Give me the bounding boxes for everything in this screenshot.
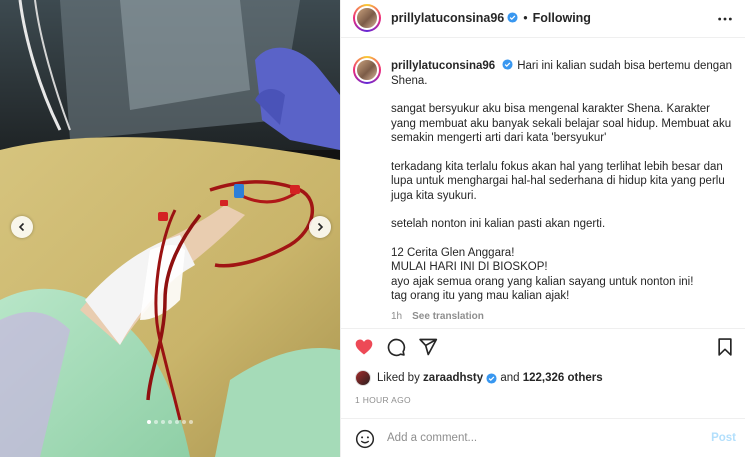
post-header: prillylatuconsina96 • Following <box>341 0 745 38</box>
following-button[interactable]: Following <box>533 11 591 25</box>
caption-line: MULAI HARI INI DI BIOSKOP! <box>391 261 548 273</box>
chevron-left-icon <box>18 222 25 232</box>
like-button[interactable] <box>353 336 375 358</box>
action-bar <box>341 328 745 364</box>
caption-line: tag orang itu yang mau kalian ajak! <box>391 290 570 302</box>
more-options-button[interactable] <box>716 10 734 28</box>
caption-paragraph: terkadang kita terlalu fokus akan hal ya… <box>391 160 725 202</box>
verified-icon <box>507 12 518 23</box>
carousel-prev-button[interactable] <box>11 216 33 238</box>
carousel-dot <box>189 420 193 424</box>
caption-username[interactable]: prillylatuconsina96 <box>391 60 495 72</box>
carousel-dot <box>168 420 172 424</box>
post-sidebar: prillylatuconsina96 • Following prillylatu… <box>340 0 745 457</box>
caption-text: prillylatuconsina96 Hari ini kalian sudah… <box>391 59 736 324</box>
post-photo <box>0 0 340 457</box>
carousel-dots <box>0 420 340 424</box>
caption-meta: 1h See translation <box>391 310 736 325</box>
separator-dot: • <box>523 11 528 25</box>
header-author: prillylatuconsina96 • Following <box>391 11 591 25</box>
comment-icon <box>387 338 406 357</box>
save-button[interactable] <box>714 336 736 358</box>
caption-paragraph: sangat bersyukur aku bisa mengenal karak… <box>391 103 732 144</box>
likes-joiner: and <box>500 372 520 384</box>
likes-count[interactable]: 122,326 others <box>523 372 603 384</box>
carousel-dot <box>154 420 158 424</box>
caption-line: ayo ajak semua orang yang kalian sayang … <box>391 275 694 288</box>
more-icon <box>718 17 732 21</box>
author-avatar[interactable] <box>353 4 381 32</box>
comment-bar: Post <box>341 418 745 457</box>
caption-line: 12 Cerita Glen Anggara! <box>391 246 515 259</box>
bookmark-icon <box>718 338 732 356</box>
carousel-next-button[interactable] <box>309 216 331 238</box>
caption-paragraph: setelah nonton ini kalian pasti akan nge… <box>391 218 606 230</box>
likes-prefix: Liked by <box>377 372 420 384</box>
see-translation-link[interactable]: See translation <box>412 311 484 322</box>
likes-summary: Liked by zaraadhsty and 122,326 others <box>355 370 603 386</box>
carousel-dot <box>161 420 165 424</box>
carousel-dot <box>182 420 186 424</box>
liker-avatar[interactable] <box>355 370 371 386</box>
verified-icon <box>502 59 513 70</box>
verified-icon <box>486 372 497 384</box>
share-button[interactable] <box>417 336 439 358</box>
post-comment-button[interactable]: Post <box>711 432 736 444</box>
author-username[interactable]: prillylatuconsina96 <box>391 11 504 25</box>
caption-avatar[interactable] <box>353 56 381 84</box>
caption-area: prillylatuconsina96 Hari ini kalian sudah… <box>341 38 745 328</box>
comment-button[interactable] <box>385 336 407 358</box>
comment-input[interactable] <box>387 428 687 448</box>
carousel-dot <box>175 420 179 424</box>
post-timestamp[interactable]: 1 HOUR AGO <box>355 395 411 405</box>
post-media[interactable] <box>0 0 340 457</box>
liker-username[interactable]: zaraadhsty <box>423 372 483 384</box>
heart-icon <box>355 339 373 355</box>
chevron-right-icon <box>317 222 324 232</box>
caption-time: 1h <box>391 310 403 322</box>
share-icon <box>419 338 438 356</box>
emoji-icon[interactable] <box>355 429 375 449</box>
carousel-dot <box>147 420 151 424</box>
